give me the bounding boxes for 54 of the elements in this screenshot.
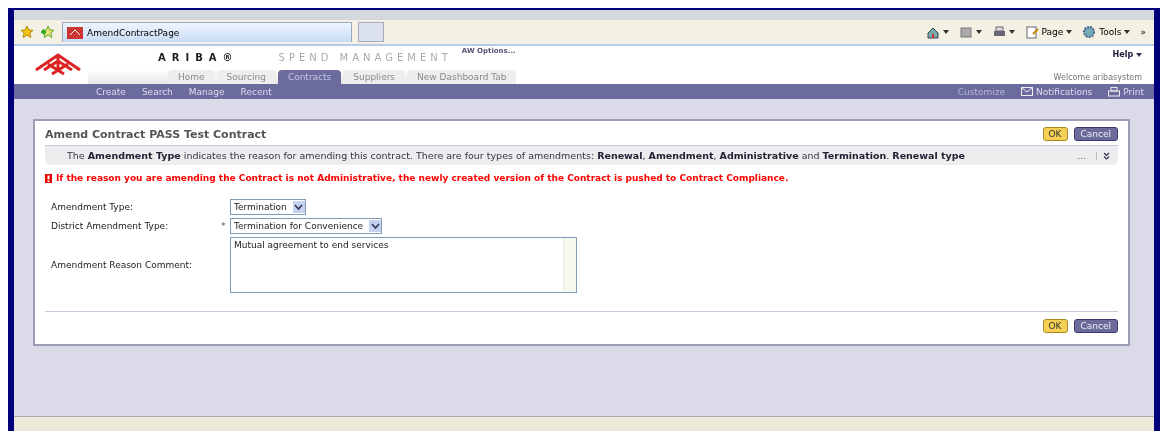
brand-name: ARIBA® (158, 52, 239, 63)
ok-button[interactable]: OK (1042, 127, 1068, 141)
home-icon (925, 25, 940, 39)
logo-icon (67, 26, 83, 39)
nav-tab[interactable]: Suppliers (343, 70, 406, 84)
gear-icon (1082, 25, 1097, 39)
more-link[interactable]: ... (1077, 150, 1096, 161)
dropdown[interactable]: Termination (230, 199, 306, 215)
field-label: Amendment Reason Comment: (51, 260, 194, 270)
header-link[interactable]: Print (1123, 86, 1144, 97)
overflow-chevron[interactable]: » (1138, 27, 1148, 37)
nav-tab[interactable]: Contracts (277, 70, 342, 84)
printer-icon (991, 25, 1006, 39)
subnav-link[interactable]: Search (141, 86, 173, 97)
ok-button[interactable]: OK (1042, 319, 1068, 333)
cancel-button[interactable]: Cancel (1073, 319, 1118, 333)
toolbar-button[interactable]: Page (1022, 25, 1075, 39)
envelope-icon (1020, 87, 1033, 96)
comment-field[interactable]: Mutual agreement to end services (230, 237, 577, 293)
dropdown-arrow-icon[interactable] (369, 220, 382, 232)
nav-tab[interactable]: New Dashboard Tab (407, 70, 517, 84)
field-label: District Amendment Type: (51, 221, 170, 231)
warning-text: If the reason you are amending the Contract is not Administrative, the newly created version of the Contract is pushed to Contract Compliance. (56, 173, 789, 183)
subnav-link[interactable]: Create (96, 86, 126, 97)
nav-tab[interactable]: Sourcing (216, 70, 276, 84)
subnav-link[interactable]: Recent (240, 86, 272, 97)
caret-icon (942, 30, 949, 34)
page-title: Amend Contract PASS Test Contract (45, 127, 267, 141)
required-mark: * (221, 221, 226, 231)
header-link[interactable]: Notifications (1035, 86, 1093, 97)
cancel-button[interactable]: Cancel (1073, 127, 1118, 141)
subnav-link[interactable]: Manage (188, 86, 225, 97)
printer-icon (1108, 86, 1121, 97)
dropdown-arrow-icon[interactable] (292, 201, 305, 213)
caret-icon (1008, 30, 1015, 34)
browser-tab[interactable]: AmendContractPage (62, 22, 352, 42)
welcome-text: Welcome aribasystem (1053, 73, 1142, 82)
help-menu[interactable]: Help (1112, 50, 1142, 59)
nav-tab[interactable]: Home (168, 70, 215, 84)
logo-icon (34, 52, 82, 78)
error-icon (45, 173, 52, 183)
caret-icon (1124, 30, 1131, 34)
product-name: SPEND MANAGEMENT (278, 52, 452, 63)
page-icon (1024, 25, 1039, 39)
caret-icon (1136, 53, 1142, 57)
field-label: Amendment Type: (51, 202, 134, 212)
expand-icon[interactable] (1103, 151, 1110, 160)
add-favorite-icon[interactable] (40, 25, 56, 39)
caret-icon (975, 30, 982, 34)
dropdown[interactable]: Termination for Convenience (230, 218, 383, 234)
toolbar-button[interactable]: Tools (1080, 25, 1133, 39)
caret-icon (1066, 30, 1073, 34)
star-icon[interactable] (20, 25, 34, 39)
info-text: The Amendment Type indicates the reason for amending this contract. There are four types of amendments: Renewal, Amendment, Administrative and Termination. Renewal type (67, 150, 966, 161)
